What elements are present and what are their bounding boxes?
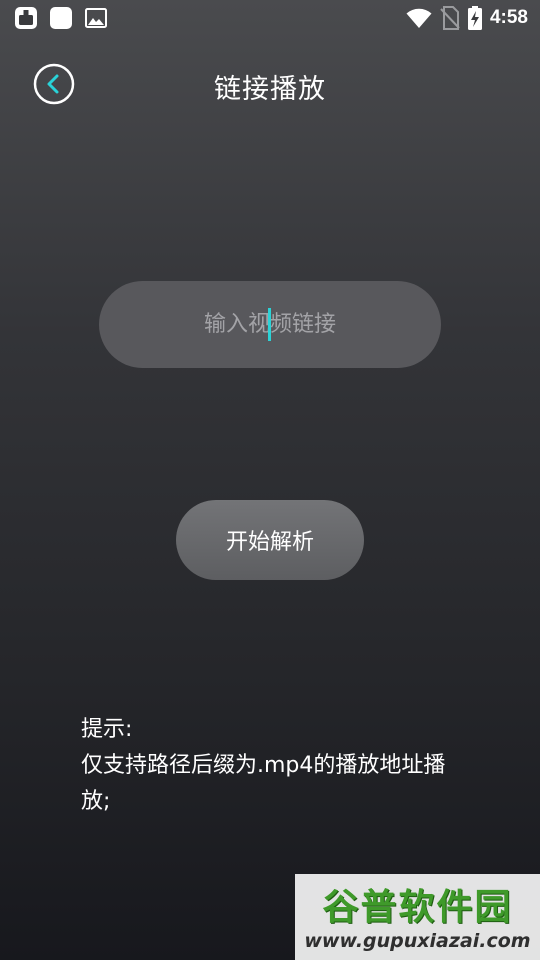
hint-section: 提示: 仅支持路径后缀为.mp4的播放地址播放; <box>81 712 471 820</box>
image-icon <box>85 8 107 28</box>
wifi-icon <box>406 8 432 28</box>
status-bar: 4:58 <box>0 0 540 36</box>
hint-title: 提示: <box>81 717 133 742</box>
text-cursor <box>268 308 271 341</box>
page-title: 链接播放 <box>214 74 326 105</box>
status-left-icons <box>14 6 108 30</box>
watermark-url: www.gupuxiazai.com <box>304 930 531 952</box>
start-parse-button[interactable]: 开始解析 <box>176 500 364 580</box>
watermark-logo: 谷普软件园 <box>322 887 513 928</box>
hint-body: 仅支持路径后缀为.mp4的播放地址播放; <box>81 753 446 814</box>
battery-charging-icon <box>467 6 482 30</box>
watermark: 谷普软件园 www.gupuxiazai.com <box>295 874 540 960</box>
header: 链接播放 <box>0 54 540 114</box>
status-right-icons: 4:58 <box>406 5 528 31</box>
notification-app-icon <box>15 7 37 29</box>
no-sim-icon <box>440 6 460 30</box>
status-time: 4:58 <box>489 7 528 28</box>
notification-square-icon <box>50 7 72 29</box>
